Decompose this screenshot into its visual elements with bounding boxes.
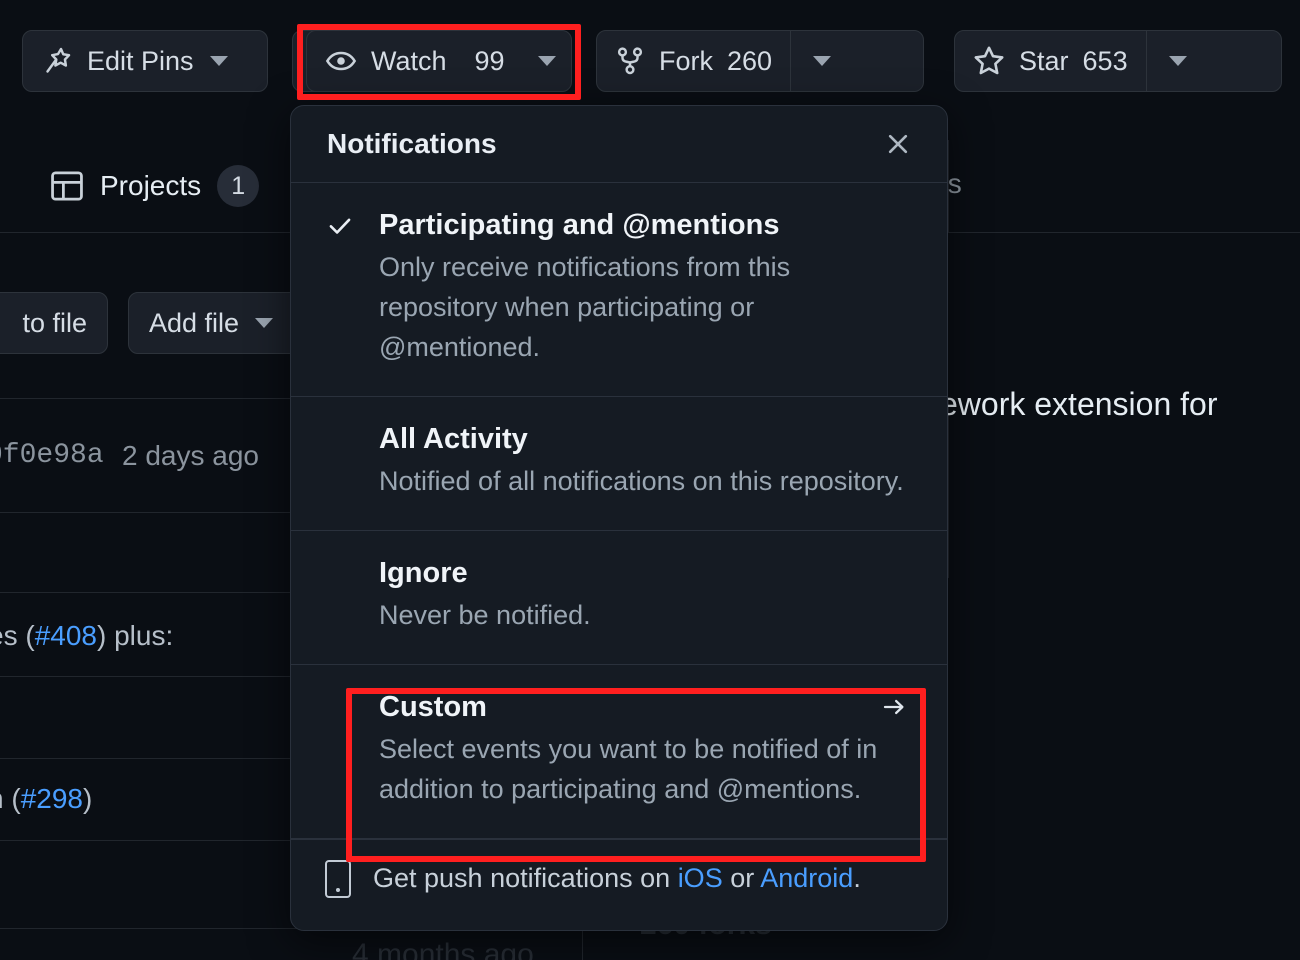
nav-item-label: Projects xyxy=(100,170,201,202)
option-title-text: Custom xyxy=(379,691,487,724)
push-notifications-text: Get push notifications on iOS or Android… xyxy=(373,863,861,894)
option-title-text: Participating and @mentions xyxy=(379,209,780,242)
footer-middle: or xyxy=(723,863,761,893)
issue-link-298[interactable]: #298 xyxy=(21,783,83,814)
chevron-down-icon xyxy=(1169,56,1187,66)
check-placeholder xyxy=(325,423,379,502)
fork-icon xyxy=(615,46,645,76)
option-body: Custom Select events you want to be noti… xyxy=(379,691,913,810)
check-placeholder xyxy=(325,691,379,810)
option-description: Never be notified. xyxy=(379,596,913,636)
divider xyxy=(0,398,300,399)
phone-icon xyxy=(325,860,351,898)
option-body: All Activity Notified of all notificatio… xyxy=(379,423,913,502)
divider xyxy=(0,758,300,759)
readme-line-1: es (#408) plus: xyxy=(0,620,173,652)
close-icon[interactable] xyxy=(877,123,919,165)
notification-option-custom[interactable]: Custom Select events you want to be noti… xyxy=(291,665,947,839)
screenshot-root: Projects 1 ts to file Add file 0f0e98a 2… xyxy=(0,0,1300,960)
fork-button-main[interactable]: Fork 260 xyxy=(597,31,790,91)
edit-pins-label: Edit Pins xyxy=(87,46,194,77)
notification-option-ignore[interactable]: Ignore Never be notified. xyxy=(291,531,947,665)
arrow-right-icon xyxy=(879,695,913,719)
check-icon xyxy=(325,209,379,368)
fork-dropdown-toggle[interactable] xyxy=(791,31,853,91)
star-button-main[interactable]: Star 653 xyxy=(955,31,1146,91)
readme-line-1-prefix: es ( xyxy=(0,620,35,651)
watch-button[interactable]: Watch 99 xyxy=(306,30,572,92)
watch-button-label: Watch xyxy=(371,46,447,77)
fork-count: 260 xyxy=(727,46,772,77)
repo-description-partial: ework extension for xyxy=(940,386,1217,423)
chevron-down-icon xyxy=(538,56,556,66)
readme-line-2-suffix: ) xyxy=(83,783,92,814)
watch-count: 99 xyxy=(475,46,505,77)
divider xyxy=(582,928,583,960)
option-body: Participating and @mentions Only receive… xyxy=(379,209,913,368)
ios-link[interactable]: iOS xyxy=(678,863,723,893)
pin-icon xyxy=(43,46,73,76)
option-description: Notified of all notifications on this re… xyxy=(379,462,913,502)
notification-option-participating[interactable]: Participating and @mentions Only receive… xyxy=(291,183,947,397)
option-body: Ignore Never be notified. xyxy=(379,557,913,636)
push-notifications-footer: Get push notifications on iOS or Android… xyxy=(291,839,947,922)
divider xyxy=(0,512,300,513)
notification-option-all-activity[interactable]: All Activity Notified of all notificatio… xyxy=(291,397,947,531)
commit-time: 2 days ago xyxy=(122,440,259,472)
chevron-down-icon xyxy=(210,56,228,66)
go-to-file-button[interactable]: to file xyxy=(0,292,108,354)
notifications-dropdown: Notifications Participating and @mention… xyxy=(290,105,948,931)
footer-prefix: Get push notifications on xyxy=(373,863,678,893)
star-button-label: Star xyxy=(1019,46,1069,77)
readme-line-2: n (#298) xyxy=(0,783,92,815)
fork-button-label: Fork xyxy=(659,46,713,77)
faded-commit-time: 4 months ago xyxy=(352,938,534,960)
option-description: Only receive notifications from this rep… xyxy=(379,248,913,368)
nav-item-projects[interactable]: Projects 1 xyxy=(50,165,259,207)
option-title: All Activity xyxy=(379,423,913,456)
chevron-down-icon xyxy=(813,56,831,66)
readme-line-1-suffix: ) plus: xyxy=(97,620,173,651)
readme-line-2-prefix: n ( xyxy=(0,783,21,814)
edit-pins-button[interactable]: Edit Pins xyxy=(22,30,268,92)
go-to-file-label: to file xyxy=(22,308,87,339)
android-link[interactable]: Android xyxy=(760,863,853,893)
watch-dropdown-toggle[interactable] xyxy=(523,31,571,91)
watch-button-main[interactable]: Watch 99 xyxy=(307,31,523,91)
option-title: Ignore xyxy=(379,557,913,590)
option-title-text: All Activity xyxy=(379,423,528,456)
divider xyxy=(0,676,300,677)
star-dropdown-toggle[interactable] xyxy=(1147,31,1209,91)
option-description: Select events you want to be notified of… xyxy=(379,730,913,810)
eye-icon xyxy=(325,45,357,77)
issue-link-408[interactable]: #408 xyxy=(35,620,97,651)
divider xyxy=(0,232,300,233)
footer-suffix: . xyxy=(853,863,861,893)
panel-title: Notifications xyxy=(327,128,497,160)
projects-icon xyxy=(50,169,84,203)
fork-button[interactable]: Fork 260 xyxy=(596,30,924,92)
divider xyxy=(948,232,1300,233)
notifications-header: Notifications xyxy=(291,106,947,183)
divider xyxy=(0,840,300,841)
option-title-text: Ignore xyxy=(379,557,468,590)
chevron-down-icon xyxy=(255,318,273,328)
star-button[interactable]: Star 653 xyxy=(954,30,1282,92)
divider xyxy=(948,398,949,578)
commit-sha[interactable]: 0f0e98a xyxy=(0,440,104,471)
nav-item-count: 1 xyxy=(217,165,259,207)
option-title: Custom xyxy=(379,691,913,724)
star-count: 653 xyxy=(1083,46,1128,77)
add-file-label: Add file xyxy=(149,308,239,339)
star-icon xyxy=(973,45,1005,77)
divider xyxy=(0,592,300,593)
divider xyxy=(0,928,330,929)
check-placeholder xyxy=(325,557,379,636)
option-title: Participating and @mentions xyxy=(379,209,913,242)
